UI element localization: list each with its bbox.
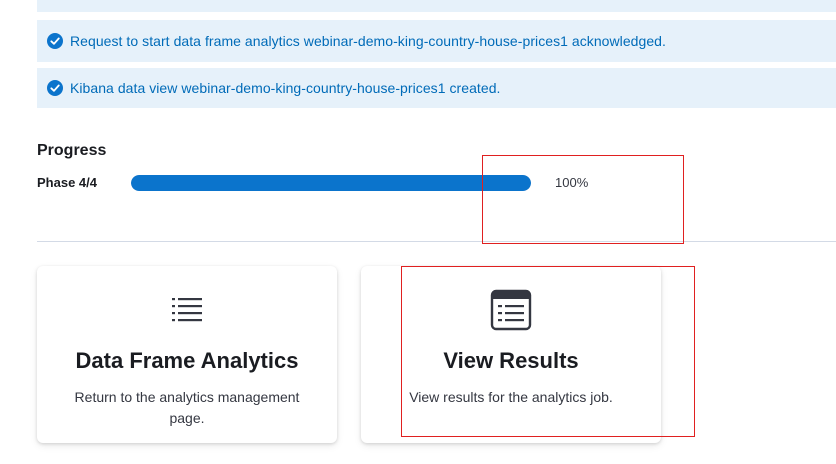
- divider: [37, 241, 836, 242]
- annotation-box: [482, 155, 684, 244]
- check-circle-icon: [47, 33, 63, 49]
- phase-label: Phase 4/4: [37, 175, 97, 190]
- page: Request to start data frame analytics we…: [0, 0, 836, 464]
- card-title: Data Frame Analytics: [75, 348, 299, 373]
- progress-bar-fill: [131, 175, 531, 191]
- callout-text: Request to start data frame analytics we…: [70, 33, 666, 49]
- callout-partial: [37, 0, 836, 12]
- callout-acknowledged: Request to start data frame analytics we…: [37, 20, 836, 62]
- card-description: Return to the analytics management page.: [74, 389, 300, 426]
- card-title: View Results: [443, 348, 579, 373]
- check-circle-icon: [47, 80, 63, 96]
- view-results-card[interactable]: View Results View results for the analyt…: [361, 266, 661, 443]
- progress-title: Progress: [37, 142, 107, 159]
- callout-data-view-created: Kibana data view webinar-demo-king-count…: [37, 68, 836, 108]
- list-icon: [171, 296, 203, 329]
- data-frame-analytics-card[interactable]: Data Frame Analytics Return to the analy…: [37, 266, 337, 443]
- progress-bar: [131, 175, 531, 191]
- card-description: View results for the analytics job.: [409, 389, 613, 405]
- progress-value: 100%: [555, 175, 589, 190]
- table-icon: [490, 289, 532, 336]
- callout-text: Kibana data view webinar-demo-king-count…: [70, 80, 501, 96]
